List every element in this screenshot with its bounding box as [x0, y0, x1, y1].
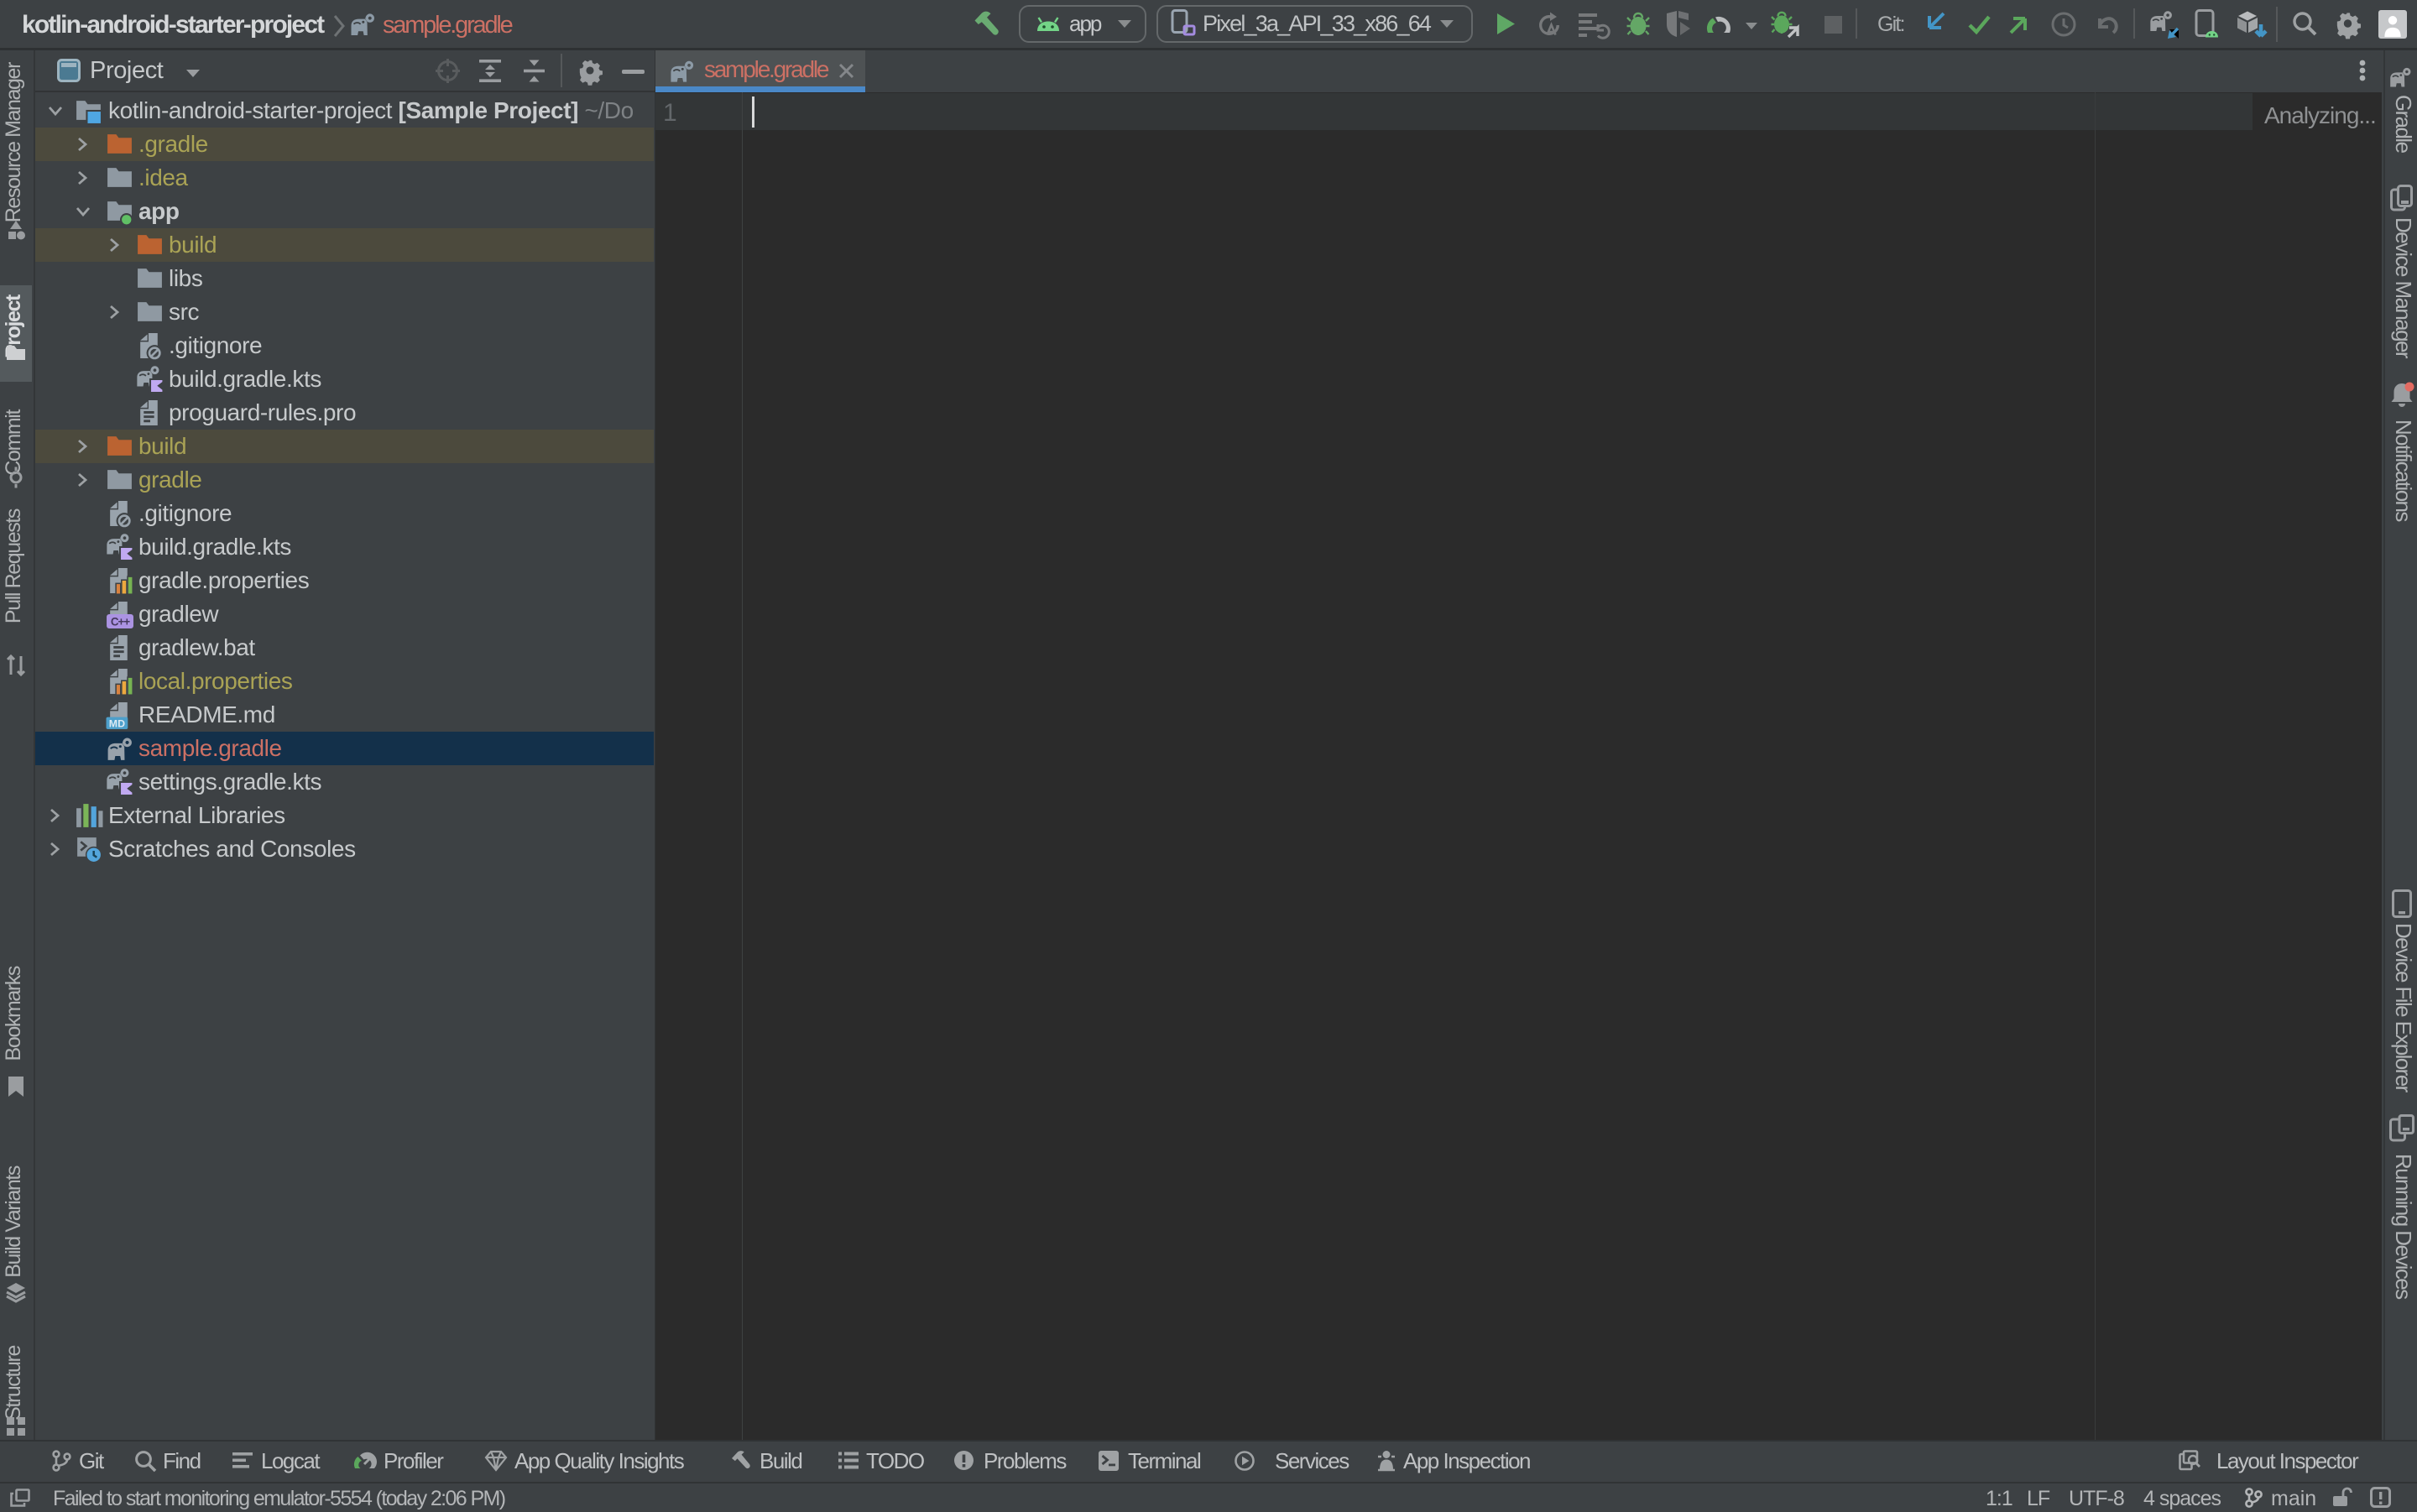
svg-text:C++: C++ [111, 615, 130, 628]
svg-text:MD: MD [109, 717, 125, 729]
